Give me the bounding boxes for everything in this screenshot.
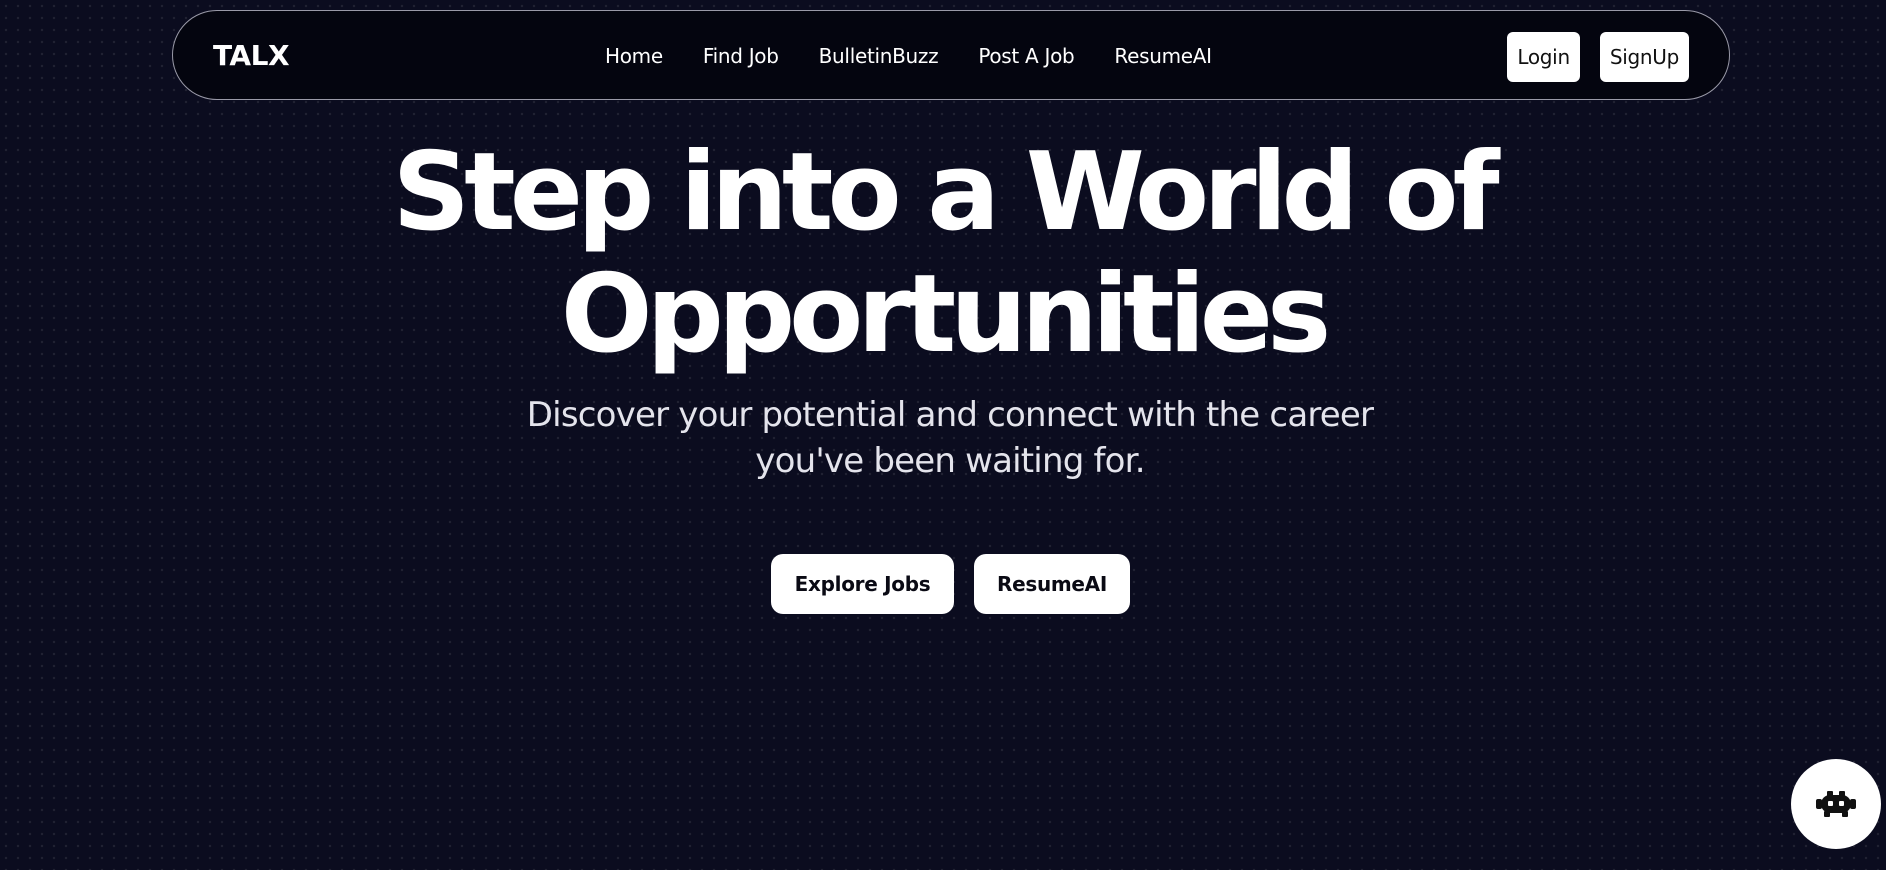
- hero-title-line-1: Step into a World of: [392, 130, 1499, 255]
- nav-links: Home Find Job BulletinBuzz Post A Job Re…: [605, 11, 1212, 101]
- signup-button[interactable]: SignUp: [1599, 32, 1689, 82]
- chatbot-button[interactable]: [1791, 759, 1881, 849]
- hero-subtitle-line-1: Discover your potential and connect with…: [526, 395, 1374, 435]
- nav-link-resumeai[interactable]: ResumeAI: [1114, 44, 1212, 68]
- hero-title-line-2: Opportunities: [560, 252, 1331, 377]
- login-button[interactable]: Login: [1507, 32, 1580, 82]
- nav-link-home[interactable]: Home: [605, 44, 663, 68]
- auth-buttons: Login SignUp: [1507, 32, 1689, 82]
- nav-link-bulletinbuzz[interactable]: BulletinBuzz: [819, 44, 939, 68]
- hero-subtitle-line-2: you've been waiting for.: [755, 441, 1145, 481]
- bot-icon: [1816, 791, 1856, 817]
- hero-cta-group: Explore Jobs ResumeAI: [771, 554, 1130, 614]
- explore-jobs-button[interactable]: Explore Jobs: [771, 554, 954, 614]
- hero-title: Step into a World of Opportunities: [0, 132, 1886, 376]
- nav-link-find-job[interactable]: Find Job: [703, 44, 779, 68]
- brand-logo[interactable]: TALX: [213, 11, 290, 101]
- hero-subtitle: Discover your potential and connect with…: [500, 392, 1400, 484]
- nav-link-post-a-job[interactable]: Post A Job: [978, 44, 1074, 68]
- top-navbar: TALX Home Find Job BulletinBuzz Post A J…: [172, 10, 1730, 100]
- resumeai-button[interactable]: ResumeAI: [974, 554, 1130, 614]
